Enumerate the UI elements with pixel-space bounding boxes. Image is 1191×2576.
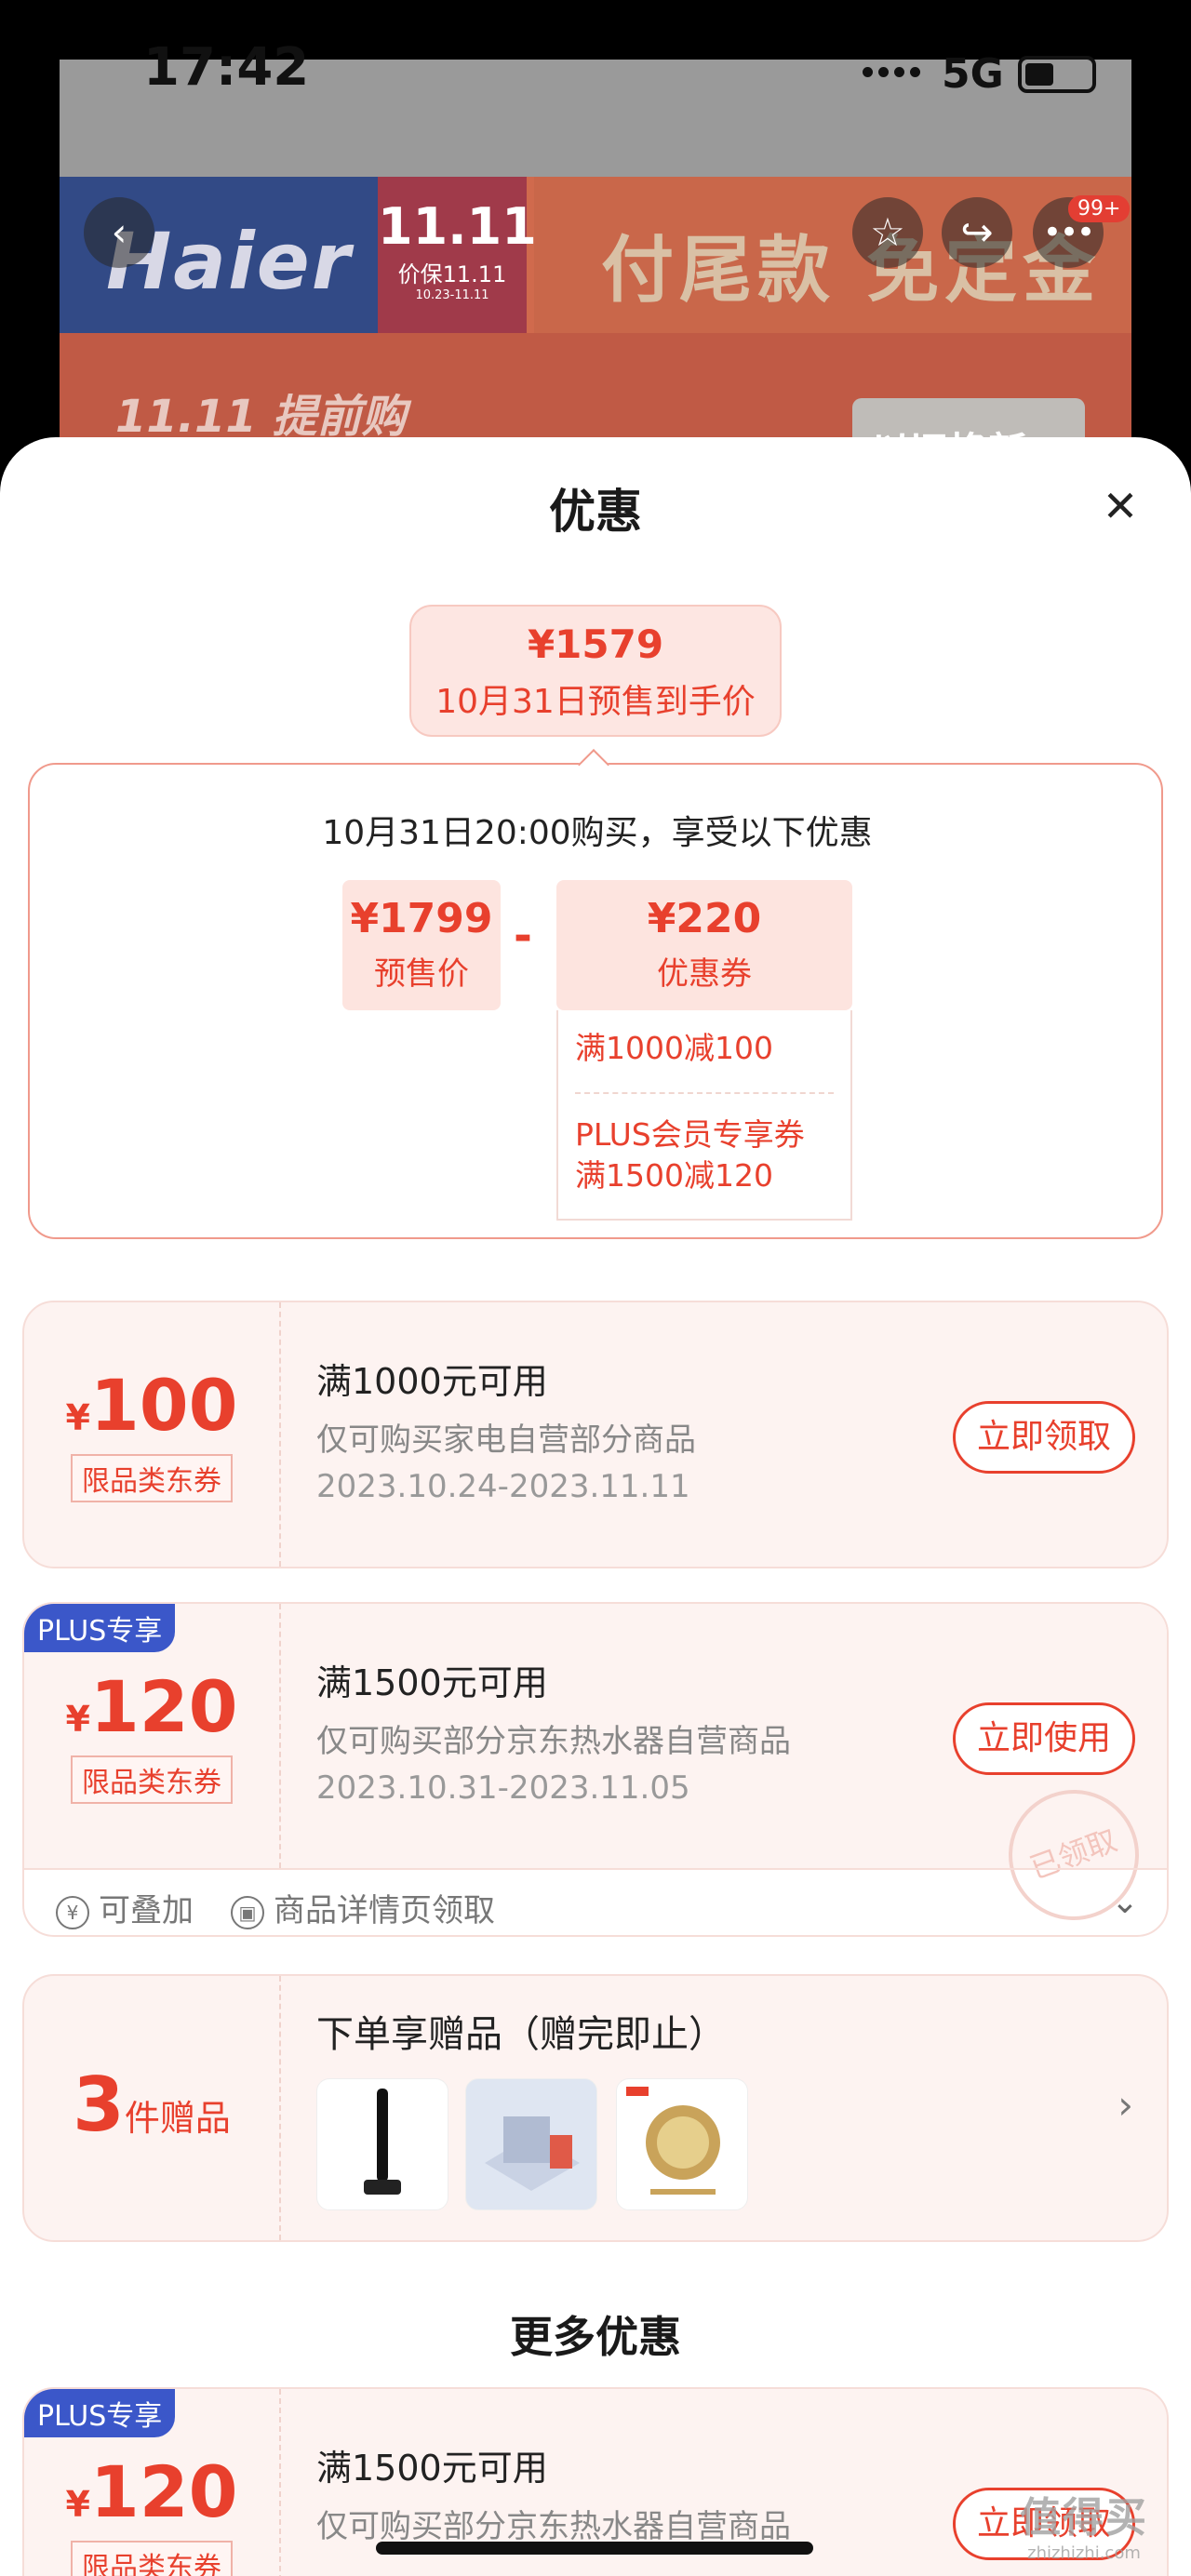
- coupon-card: ¥100 限品类东券 满1000元可用 仅可购买家电自营部分商品 2023.10…: [22, 1301, 1169, 1568]
- coupon-breakdown-item: PLUS会员专享券 满1500减120: [575, 1116, 805, 1194]
- coupon-breakdown-list: 满1000减100 PLUS会员专享券 满1500减120: [556, 1010, 852, 1221]
- final-price: ¥1579: [527, 621, 664, 667]
- gift-count-area: 3件赠品: [24, 1976, 281, 2240]
- home-indicator[interactable]: [376, 2542, 813, 2555]
- coupon-breakdown-item: 满1000减100: [575, 1023, 834, 1094]
- favorite-button[interactable]: ☆: [852, 197, 923, 268]
- coupon-date: 2023.10.31-2023.11.05: [316, 1769, 690, 1807]
- ticket-icon: ▣: [231, 1895, 264, 1929]
- final-price-bubble: ¥1579 10月31日预售到手价: [409, 605, 782, 737]
- coupon-title: 满1500元可用: [316, 2448, 548, 2489]
- final-price-label: 10月31日预售到手价: [435, 683, 756, 721]
- star-icon: ☆: [870, 209, 905, 255]
- signal-icon: [860, 63, 923, 81]
- claim-source-info: ▣ 商品详情页领取: [231, 1885, 495, 1930]
- coupon-date: 2023.10.24-2023.11.11: [316, 1468, 690, 1505]
- coupon-title: 满1500元可用: [316, 1662, 548, 1703]
- discount-sheet: 优惠 ✕ ¥1579 10月31日预售到手价 10月31日20:00购买，享受以…: [0, 437, 1191, 2576]
- share-icon: ↪: [960, 209, 994, 255]
- battery-icon: [1018, 56, 1096, 93]
- plus-exclusive-tag: PLUS专享: [24, 1604, 176, 1652]
- stackable-info: ¥ 可叠加: [56, 1885, 194, 1930]
- gift-title: 下单享赠品（赠完即止）: [316, 2013, 726, 2056]
- status-time: 17:42: [143, 37, 310, 98]
- chevron-down-icon[interactable]: ⌄: [1111, 1883, 1139, 1921]
- message-count-badge: 99+: [1068, 195, 1131, 222]
- gift-toothbrush-image[interactable]: [316, 2078, 448, 2210]
- coupon-desc: 仅可购买部分京东热水器自营商品: [316, 1723, 791, 1760]
- coupon-type-tag: 限品类东券: [71, 1755, 233, 1804]
- chevron-left-icon: ‹: [111, 209, 127, 255]
- preorder-breakdown: 10月31日20:00购买，享受以下优惠 ¥1799 预售价 - ¥220 优惠…: [28, 763, 1163, 1239]
- more-offers-title: 更多优惠: [510, 2312, 681, 2362]
- coupon-card: ¥120 限品类东券 PLUS专享 满1500元可用 仅可购买部分京东热水器自营…: [22, 1602, 1169, 1937]
- watermark: 值得买 zhizhizhi.com: [1020, 2494, 1148, 2563]
- gift-count: 3: [73, 2062, 125, 2148]
- gift-certificate-image[interactable]: [616, 2078, 748, 2210]
- double11-badge: 11.11 价保11.11 10.23-11.11: [378, 177, 537, 333]
- preorder-heading: 10月31日20:00购买，享受以下优惠: [322, 814, 873, 852]
- share-button[interactable]: ↪: [942, 197, 1012, 268]
- chevron-right-icon: ›: [1117, 2082, 1133, 2128]
- coupon-title: 满1000元可用: [316, 1361, 548, 1402]
- back-button[interactable]: ‹: [84, 197, 154, 268]
- gift-card[interactable]: 3件赠品 下单享赠品（赠完即止） ›: [22, 1974, 1169, 2242]
- coupon-type-tag: 限品类东券: [71, 2541, 233, 2576]
- plus-exclusive-tag: PLUS专享: [24, 2389, 176, 2437]
- minus-sign: -: [514, 910, 532, 962]
- status-bar: 17:42 5G: [60, 37, 1131, 149]
- presale-price-chip: ¥1799 预售价: [342, 880, 501, 1010]
- coupon-desc: 仅可购买部分京东热水器自营商品: [316, 2508, 791, 2545]
- close-icon[interactable]: ✕: [1096, 482, 1144, 530]
- coupon-total-chip: ¥220 优惠券: [556, 880, 852, 1010]
- coupon-desc: 仅可购买家电自营部分商品: [316, 1421, 696, 1459]
- gift-service-image[interactable]: [465, 2078, 597, 2210]
- coupon-type-tag: 限品类东券: [71, 1454, 233, 1502]
- claim-coupon-button[interactable]: 立即领取: [953, 1401, 1135, 1474]
- coin-icon: ¥: [56, 1895, 89, 1929]
- coupon-value: ¥100 限品类东券: [24, 1302, 281, 1567]
- coupon-footer: ¥ 可叠加 ▣ 商品详情页领取 ⌄: [24, 1868, 1167, 1935]
- use-coupon-button[interactable]: 立即使用: [953, 1702, 1135, 1775]
- sheet-title: 优惠: [549, 485, 642, 539]
- gift-count-label: 件赠品: [124, 2098, 231, 2139]
- network-label: 5G: [942, 50, 1004, 98]
